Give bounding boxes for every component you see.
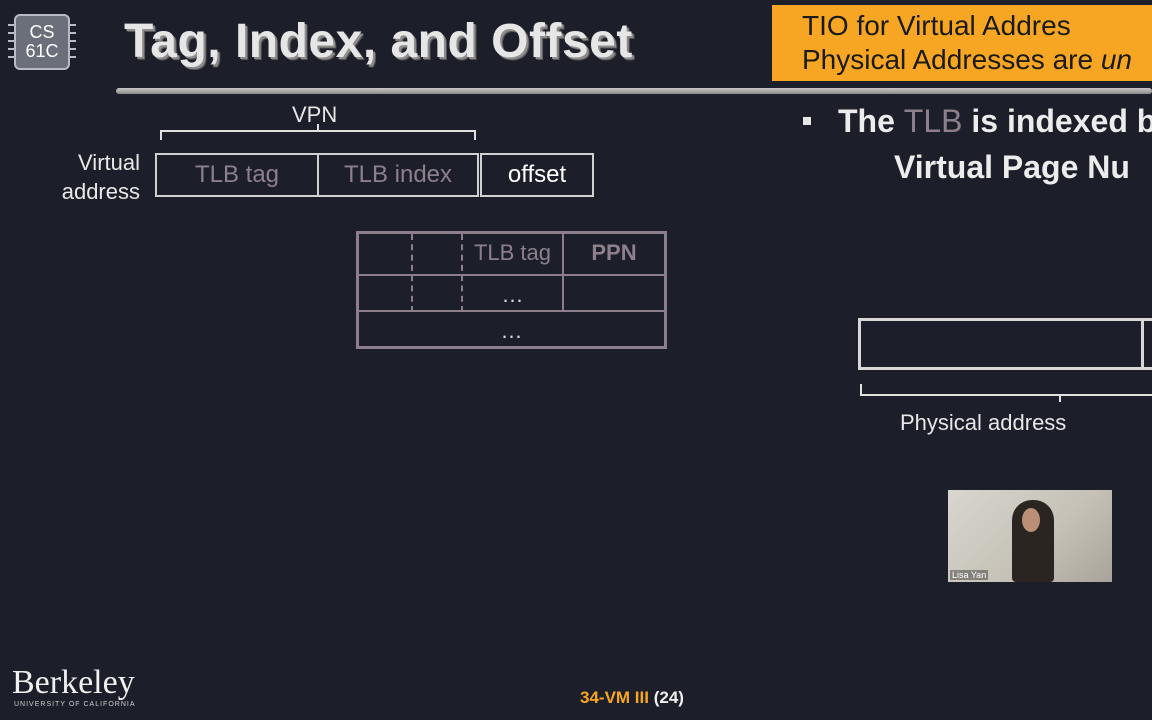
tlb-table: TLB tag PPN … … [356,231,667,349]
virtual-address-label-line1: Virtual [78,150,140,175]
tlb-col-divider-1 [411,234,413,312]
physical-address-label: Physical address [900,410,1067,435]
logo-line1: CS [29,22,55,42]
slide-number: (24) [653,688,684,707]
callout-box: TIO for Virtual Addres Physical Addresse… [772,5,1152,81]
tlb-col-ppn-header: PPN [591,240,637,265]
slide-title: Tag, Index, and Offset [124,15,633,68]
cs61c-logo: CS 61C [8,14,76,70]
tlb-index-field: TLB index [317,153,479,197]
presenter-face [1022,508,1040,532]
bullet-line2: Virtual Page Nu [894,149,1130,185]
bullet-tlb-highlight: TLB [903,103,963,139]
tlb-table-row-divider-2 [359,310,664,312]
callout-line2-text: Physical Addresses are [802,44,1101,75]
bullet-post: is indexed b [962,103,1152,139]
physical-address-box [858,318,1144,370]
tlb-col-tag-header: TLB tag [473,240,552,265]
berkeley-subtitle: UNIVERSITY OF CALIFORNIA [14,701,136,708]
virtual-address-label: Virtual address [40,148,140,206]
bullet-pre: The [838,103,904,139]
bullet-text: The TLB is indexed b Virtual Page Nu [838,98,1152,190]
callout-line1: TIO for Virtual Addres [802,10,1071,41]
slide-footer: 34-VM III (24) [580,688,684,708]
tlb-set-ellipsis: … [500,318,523,343]
callout-line2-emphasis: un [1100,44,1132,75]
physical-address-box-right [1141,318,1152,370]
vpn-label: VPN [292,102,338,127]
callout-line2: Physical Addresses are un [802,43,1152,77]
presenter-name: Lisa Yan [950,570,989,580]
virtual-address-fields: TLB tag TLB index offset [155,153,594,197]
lecture-code: 34-VM III [580,688,649,707]
presenter-video: Lisa Yan [948,490,1112,582]
berkeley-logo: Berkeley [12,664,135,701]
offset-field: offset [480,153,594,197]
vpn-brace-tick [317,124,319,132]
virtual-address-label-line2: address [61,179,140,204]
title-divider [116,88,1152,94]
logo-line2: 61C [25,41,59,61]
tlb-tag-field: TLB tag [155,153,319,197]
bullet-marker [803,117,811,125]
physical-address-brace [860,384,1152,396]
tlb-table-row-divider-1 [359,274,664,276]
bullet-line1: The TLB is indexed b [838,98,1152,144]
physical-address-brace-tick [1059,394,1061,402]
tlb-row-ellipsis: … [501,282,524,307]
